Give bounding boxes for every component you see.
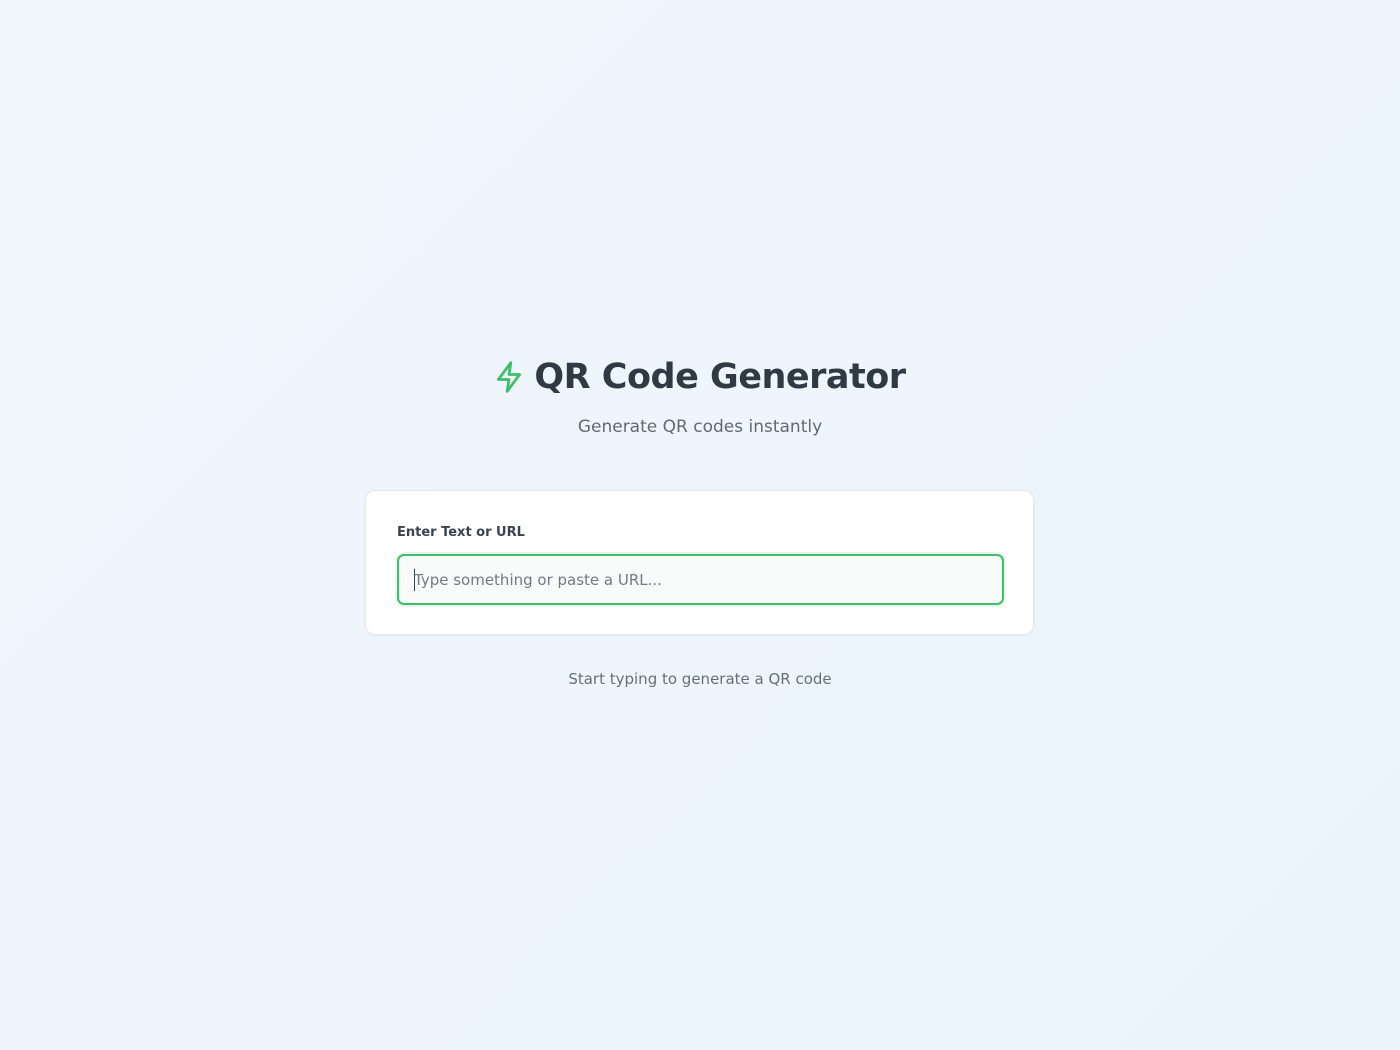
empty-state-hint: Start typing to generate a QR code [568, 670, 832, 688]
page-title: QR Code Generator [534, 357, 906, 397]
title-row: QR Code Generator [494, 354, 906, 400]
text-cursor [414, 569, 415, 591]
page: QR Code Generator Generate QR codes inst… [0, 0, 1400, 1050]
page-subtitle: Generate QR codes instantly [577, 417, 823, 437]
text-url-input[interactable] [399, 556, 1002, 603]
text-input-wrapper[interactable] [397, 554, 1004, 605]
bolt-icon [494, 360, 524, 394]
text-input-label: Enter Text or URL [397, 525, 525, 540]
header: QR Code Generator Generate QR codes inst… [0, 354, 1400, 437]
input-card: Enter Text or URL [365, 490, 1034, 635]
